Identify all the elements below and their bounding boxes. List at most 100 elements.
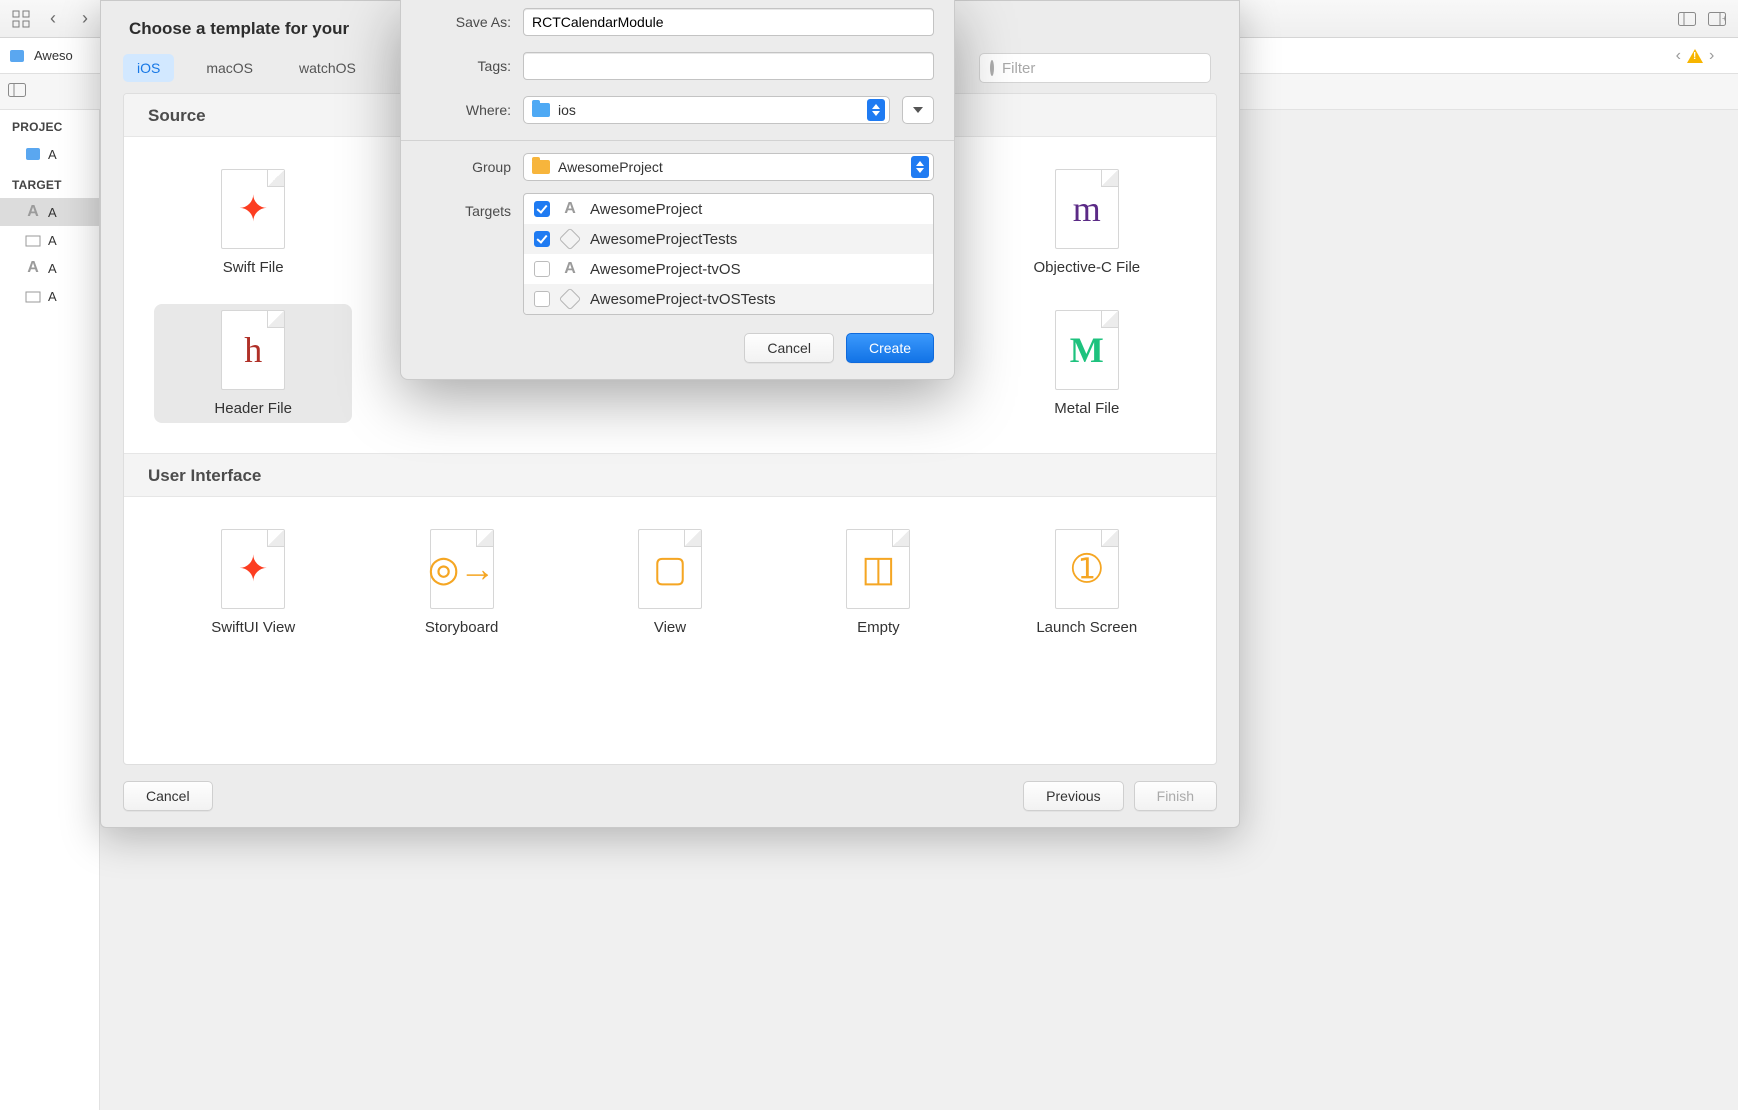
target-item-label: A	[48, 289, 57, 304]
save-cancel-button[interactable]: Cancel	[744, 333, 834, 363]
divider	[401, 140, 954, 141]
project-name[interactable]: Aweso	[34, 48, 73, 63]
panels-icon[interactable]	[8, 83, 26, 100]
target-item-0[interactable]: A	[0, 198, 99, 226]
filter-field[interactable]	[979, 53, 1211, 83]
template-label: Empty	[857, 619, 900, 636]
cancel-button[interactable]: Cancel	[123, 781, 213, 811]
svg-text:+: +	[1722, 14, 1726, 23]
launch-icon: ➀	[1072, 548, 1102, 590]
template-view[interactable]: ▢ View	[571, 523, 769, 642]
header-h-icon: h	[244, 329, 262, 371]
save-as-label: Save As:	[421, 14, 511, 30]
target-label: AwesomeProjectTests	[590, 231, 737, 248]
group-label: Group	[421, 159, 511, 175]
swift-icon: ✦	[238, 188, 268, 230]
panel-right-add-icon[interactable]: +	[1704, 6, 1730, 32]
target-item-label: A	[48, 233, 57, 248]
panel-left-icon[interactable]	[1674, 6, 1700, 32]
issue-next-icon[interactable]: ›	[1709, 47, 1714, 65]
template-launch-screen[interactable]: ➀ Launch Screen	[988, 523, 1186, 642]
view-icon: ▢	[653, 548, 687, 590]
tab-macos[interactable]: macOS	[192, 54, 267, 82]
warning-badge[interactable]	[1687, 49, 1703, 63]
save-as-input[interactable]	[523, 8, 934, 36]
target-item-label: A	[48, 261, 57, 276]
storyboard-icon: ◎→	[428, 548, 495, 590]
template-swift-file[interactable]: ✦ Swift File	[154, 163, 352, 282]
target-item-1[interactable]: A	[0, 226, 99, 254]
target-label: AwesomeProject-tvOSTests	[590, 291, 776, 308]
project-icon	[8, 47, 26, 65]
target-row-2[interactable]: AwesomeProject-tvOS	[524, 254, 933, 284]
tags-input[interactable]	[523, 52, 934, 80]
target-label: AwesomeProject-tvOS	[590, 261, 741, 278]
target-checkbox[interactable]	[534, 261, 550, 277]
template-label: Metal File	[1054, 400, 1119, 417]
template-swiftui-view[interactable]: ✦ SwiftUI View	[154, 523, 352, 642]
template-metal-file[interactable]: M Metal File	[988, 304, 1186, 423]
tab-watchos[interactable]: watchOS	[285, 54, 370, 82]
where-value: ios	[558, 102, 576, 118]
appstore-icon	[24, 203, 42, 221]
template-label: Objective-C File	[1033, 259, 1140, 276]
previous-button[interactable]: Previous	[1023, 781, 1123, 811]
bundle-icon	[24, 231, 42, 249]
template-storyboard[interactable]: ◎→ Storyboard	[362, 523, 560, 642]
template-objc-file[interactable]: m Objective-C File	[988, 163, 1186, 282]
test-icon	[560, 289, 580, 309]
grid-icon[interactable]	[8, 6, 34, 32]
metal-icon: M	[1070, 329, 1104, 371]
template-label: View	[654, 619, 686, 636]
filter-input[interactable]	[1002, 60, 1201, 77]
folder-icon	[532, 103, 550, 117]
project-section-heading: PROJEC	[0, 110, 99, 140]
save-sheet: Save As: Tags: Where: ios Group AwesomeP…	[400, 0, 955, 380]
section-ui-title: User Interface	[124, 453, 1216, 497]
target-checkbox[interactable]	[534, 291, 550, 307]
target-checkbox[interactable]	[534, 231, 550, 247]
finish-button: Finish	[1134, 781, 1217, 811]
issue-prev-icon[interactable]: ‹	[1676, 47, 1681, 65]
project-root-label: A	[48, 147, 57, 162]
template-label: SwiftUI View	[211, 619, 295, 636]
issue-navigator-strip: ‹ ›	[1652, 38, 1738, 74]
bundle-icon	[24, 287, 42, 305]
objc-m-icon: m	[1073, 188, 1101, 230]
filter-icon	[990, 60, 994, 76]
nav-forward-button[interactable]: ›	[72, 6, 98, 32]
swift-icon: ✦	[238, 548, 268, 590]
target-item-2[interactable]: A	[0, 254, 99, 282]
tab-ios[interactable]: iOS	[123, 54, 174, 82]
targets-section-heading: TARGET	[0, 168, 99, 198]
target-label: AwesomeProject	[590, 201, 702, 218]
target-row-0[interactable]: AwesomeProject	[524, 194, 933, 224]
target-item-label: A	[48, 205, 57, 220]
nav-back-button[interactable]: ‹	[40, 6, 66, 32]
where-select[interactable]: ios	[523, 96, 890, 124]
template-empty[interactable]: ◫ Empty	[779, 523, 977, 642]
template-label: Header File	[214, 400, 292, 417]
template-label: Launch Screen	[1036, 619, 1137, 636]
appstore-icon	[24, 259, 42, 277]
target-row-3[interactable]: AwesomeProject-tvOSTests	[524, 284, 933, 314]
template-label: Storyboard	[425, 619, 498, 636]
targets-list: AwesomeProject AwesomeProjectTests Aweso…	[523, 193, 934, 315]
project-root-icon	[24, 145, 42, 163]
targets-label: Targets	[421, 197, 511, 219]
target-checkbox[interactable]	[534, 201, 550, 217]
where-label: Where:	[421, 102, 511, 118]
create-button[interactable]: Create	[846, 333, 934, 363]
appstore-icon	[560, 199, 580, 219]
target-row-1[interactable]: AwesomeProjectTests	[524, 224, 933, 254]
expand-button[interactable]	[902, 96, 934, 124]
empty-icon: ◫	[861, 548, 895, 590]
group-select[interactable]: AwesomeProject	[523, 153, 934, 181]
project-root-item[interactable]: A	[0, 140, 99, 168]
group-value: AwesomeProject	[558, 159, 663, 175]
template-label: Swift File	[223, 259, 284, 276]
template-header-file[interactable]: h Header File	[154, 304, 352, 423]
target-item-3[interactable]: A	[0, 282, 99, 310]
stepper-icon	[911, 156, 929, 178]
folder-icon	[532, 160, 550, 174]
